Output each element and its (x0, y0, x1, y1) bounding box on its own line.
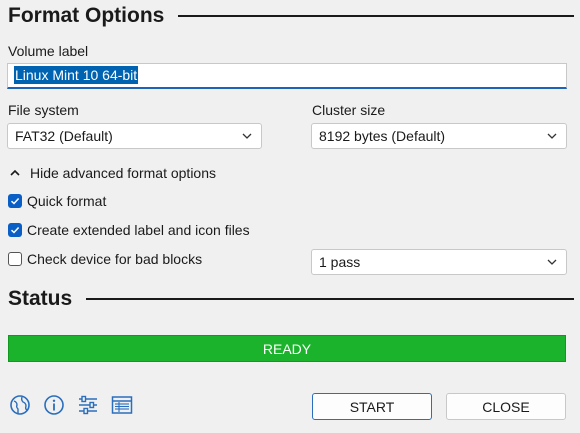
format-options-title: Format Options (8, 4, 165, 27)
format-options-header: Format Options (8, 4, 574, 28)
info-icon[interactable] (43, 394, 65, 416)
bad-blocks-label: Check device for bad blocks (27, 251, 203, 267)
volume-label-caption: Volume label (8, 43, 89, 59)
format-options-divider (178, 15, 574, 17)
extended-label-checkbox[interactable]: Create extended label and icon files (8, 222, 250, 238)
checkmark-icon (8, 223, 22, 237)
file-system-caption: File system (8, 102, 79, 118)
chevron-up-icon (10, 169, 20, 176)
bad-blocks-checkbox[interactable]: Check device for bad blocks (8, 251, 202, 267)
chevron-down-icon (242, 133, 252, 139)
empty-checkbox-icon (8, 252, 22, 266)
extended-label-label: Create extended label and icon files (27, 222, 250, 238)
status-progress-bar: READY (8, 335, 566, 362)
volume-label-input[interactable]: Linux Mint 10 64-bit (7, 63, 567, 89)
log-icon[interactable] (111, 394, 133, 416)
advanced-options-toggle[interactable]: Hide advanced format options (9, 165, 216, 181)
start-button[interactable]: START (312, 393, 432, 420)
settings-sliders-icon[interactable] (77, 394, 99, 416)
passes-select[interactable]: 1 pass (311, 249, 567, 275)
cluster-size-select[interactable]: 8192 bytes (Default) (311, 123, 567, 149)
volume-label-value: Linux Mint 10 64-bit (14, 66, 139, 84)
cluster-size-value: 8192 bytes (Default) (319, 128, 446, 144)
status-title: Status (8, 287, 73, 310)
cluster-size-caption: Cluster size (312, 102, 386, 118)
advanced-options-label: Hide advanced format options (30, 165, 216, 181)
checkmark-icon (8, 194, 22, 208)
file-system-select[interactable]: FAT32 (Default) (7, 123, 262, 149)
chevron-down-icon (547, 133, 557, 139)
close-button[interactable]: CLOSE (446, 393, 566, 420)
chevron-down-icon (547, 259, 557, 265)
status-divider (86, 298, 574, 300)
quick-format-checkbox[interactable]: Quick format (8, 193, 106, 209)
quick-format-label: Quick format (27, 193, 107, 209)
passes-value: 1 pass (319, 254, 361, 270)
globe-icon[interactable] (9, 394, 31, 416)
status-progress-text: READY (262, 340, 312, 357)
file-system-value: FAT32 (Default) (15, 128, 113, 144)
status-header: Status (8, 287, 574, 311)
